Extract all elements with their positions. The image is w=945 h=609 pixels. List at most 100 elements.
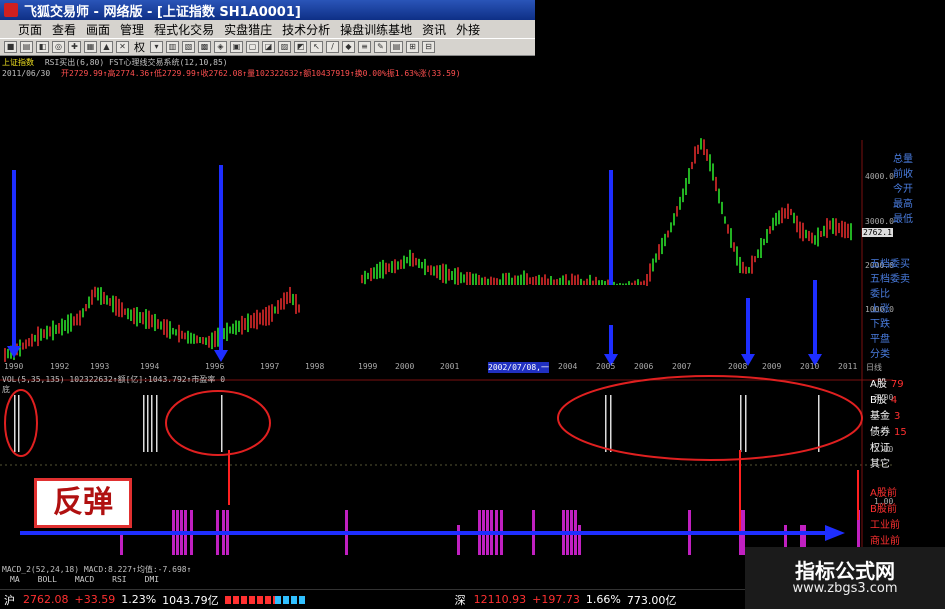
chart-info-line: 上证指数 RSI买出(6,80) FST心理线交易系统(12,10,85): [2, 57, 228, 68]
sh-pct: 1.23%: [121, 593, 157, 606]
toolbar-icon-6[interactable]: ▦: [84, 41, 97, 53]
toolbar-icon-21[interactable]: ◆: [342, 41, 355, 53]
rights-dropdown[interactable]: 权: [132, 39, 147, 55]
vol-tag: 底: [2, 385, 10, 394]
year-tick: 1992: [50, 362, 70, 371]
right-panel-rank: A股前 B股前 工业前 商业前: [870, 484, 945, 548]
menu-bar: 页面 查看 画面 管理 程式化交易 实盘猎庄 技术分析 操盘训练基地 资讯 外接: [0, 20, 535, 38]
bottom-signal-bar: [610, 395, 612, 452]
toolbar-icon-4[interactable]: ◎: [52, 41, 65, 53]
menu-page[interactable]: 页面: [0, 21, 47, 38]
year-tick: 1998: [305, 362, 325, 371]
menu-screen[interactable]: 画面: [81, 21, 115, 38]
toolbar-icon-20[interactable]: /: [326, 41, 339, 53]
menu-training[interactable]: 操盘训练基地: [335, 21, 417, 38]
toolbar-icon-12[interactable]: ▩: [198, 41, 211, 53]
vol-header: VOL(5,35,135) 102322632↑额[亿]:1043.792↑市盈…: [2, 375, 226, 384]
toolbar-icon-11[interactable]: ▧: [182, 41, 195, 53]
toolbar-icon-14[interactable]: ▣: [230, 41, 243, 53]
toolbar-icon-3[interactable]: ◧: [36, 41, 49, 53]
year-tick: 2002/07/08,一: [488, 362, 549, 373]
toolbar-icon-16[interactable]: ◪: [262, 41, 275, 53]
rp-ask5[interactable]: 五档委卖: [870, 270, 945, 285]
quote-date: 2011/06/30: [2, 69, 51, 78]
right-panel-mid: 五档委买 五档委卖 委比 上涨 下跌 平盘 分类: [870, 255, 945, 360]
toolbar-icon-10[interactable]: ▥: [166, 41, 179, 53]
menu-external[interactable]: 外接: [451, 21, 485, 38]
menu-view[interactable]: 查看: [47, 21, 81, 38]
rp-high[interactable]: 最高: [893, 195, 945, 210]
tab-macd[interactable]: MACD: [75, 575, 94, 588]
rp-rise[interactable]: 上涨: [870, 300, 945, 315]
toolbar-icon-18[interactable]: ◩: [294, 41, 307, 53]
rp-cat-label: 债券: [870, 427, 890, 438]
toolbar-icon-25[interactable]: ⊞: [406, 41, 419, 53]
sh-price: 2762.08: [23, 593, 69, 606]
toolbar-icon-1[interactable]: ■: [4, 41, 17, 53]
toolbar-icon-8[interactable]: ✕: [116, 41, 129, 53]
highlight-ellipse: [4, 389, 38, 457]
bottom-signal-bar: [151, 395, 153, 452]
quote-line: 2011/06/30 开2729.99↑高2774.36↑低2729.99↑收2…: [2, 68, 461, 79]
sz-price: 12110.93: [473, 593, 527, 606]
rp-cat-row[interactable]: 债券 15: [870, 423, 945, 439]
toolbar-icon-2[interactable]: ▤: [20, 41, 33, 53]
rp-open[interactable]: 今开: [893, 180, 945, 195]
bottom-signal-bar: [147, 395, 149, 452]
tab-dmi[interactable]: DMI: [145, 575, 159, 588]
bottom-signal-bar: [143, 395, 145, 452]
rp-prev-close[interactable]: 前收: [893, 165, 945, 180]
toolbar-icon-26[interactable]: ⊟: [422, 41, 435, 53]
rp-bid5[interactable]: 五档委买: [870, 255, 945, 270]
year-tick: 2011: [838, 362, 858, 371]
window-title: 飞狐交易师 - 网络版 - [上证指数 SH1A0001]: [24, 4, 301, 20]
toolbar-icon-19[interactable]: ↖: [310, 41, 323, 53]
menu-tech-analysis[interactable]: 技术分析: [277, 21, 335, 38]
toolbar-icon-13[interactable]: ◈: [214, 41, 227, 53]
rp-rank-item[interactable]: 工业前: [870, 516, 945, 532]
menu-hunt[interactable]: 实盘猎庄: [219, 21, 277, 38]
rp-cat-row[interactable]: 基金 3: [870, 407, 945, 423]
year-tick: 1993: [90, 362, 110, 371]
tab-ma[interactable]: MA: [10, 575, 20, 588]
bottom-signal-bar: [740, 395, 742, 452]
toolbar-icon-15[interactable]: ▢: [246, 41, 259, 53]
toolbar-icon-22[interactable]: ≡: [358, 41, 371, 53]
menu-program-trading[interactable]: 程式化交易: [149, 21, 219, 38]
title-bar: 飞狐交易师 - 网络版 - [上证指数 SH1A0001]: [0, 0, 535, 20]
rp-fall[interactable]: 下跌: [870, 315, 945, 330]
macd-signal-bar: [578, 525, 581, 555]
toolbar-icon-7[interactable]: ▲: [100, 41, 113, 53]
toolbar-icon-9[interactable]: ▾: [150, 41, 163, 53]
year-tick: 2007: [672, 362, 692, 371]
rp-cat-value: 3: [894, 411, 901, 422]
rp-rank-item[interactable]: 商业前: [870, 532, 945, 548]
rp-cat-row[interactable]: 其它: [870, 455, 945, 471]
toolbar-icon-24[interactable]: ▤: [390, 41, 403, 53]
bottom-signal-bar: [745, 395, 747, 452]
rp-ratio[interactable]: 委比: [870, 285, 945, 300]
year-tick: 2010: [800, 362, 820, 371]
tab-boll[interactable]: BOLL: [38, 575, 57, 588]
kline-chart[interactable]: [0, 80, 893, 580]
rp-flat[interactable]: 平盘: [870, 330, 945, 345]
site-watermark: 指标公式网 www.zbgs3.com: [745, 547, 945, 609]
toolbar-icon-5[interactable]: ✚: [68, 41, 81, 53]
toolbar-icon-23[interactable]: ✎: [374, 41, 387, 53]
year-tick: 1997: [260, 362, 280, 371]
year-tick: 1994: [140, 362, 160, 371]
rebound-label: 反弹: [34, 478, 132, 528]
menu-news[interactable]: 资讯: [417, 21, 451, 38]
rp-category[interactable]: 分类: [870, 345, 945, 360]
toolbar-icon-17[interactable]: ▨: [278, 41, 291, 53]
rp-low[interactable]: 最低: [893, 210, 945, 225]
vol-tick: 3.00: [874, 393, 894, 402]
year-tick: 日线: [866, 363, 882, 372]
bottom-signal-bar: [605, 395, 607, 452]
rp-cat-row[interactable]: A股 79: [870, 375, 945, 391]
rp-total-vol[interactable]: 总量: [893, 150, 945, 165]
menu-manage[interactable]: 管理: [115, 21, 149, 38]
year-tick: 2004: [558, 362, 578, 371]
tab-rsi[interactable]: RSI: [112, 575, 126, 588]
right-panel-top: 总量 前收 今开 最高 最低: [893, 150, 945, 225]
